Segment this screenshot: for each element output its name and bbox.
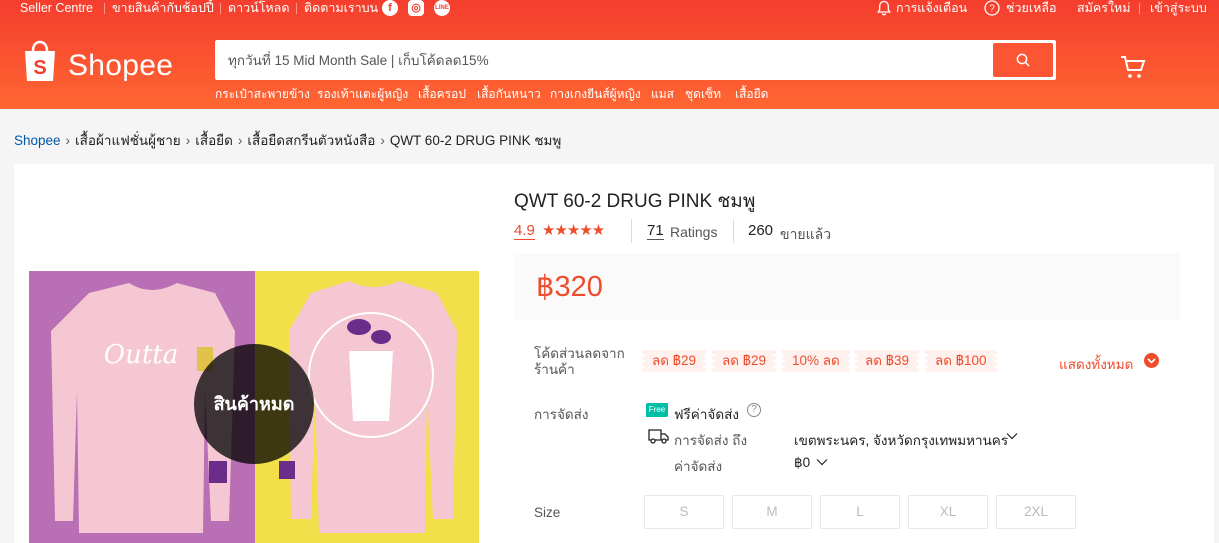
login-link[interactable]: เข้าสู่ระบบ	[1150, 0, 1207, 16]
product-title: QWT 60-2 DRUG PINK ชมพู	[514, 191, 756, 212]
breadcrumb: Shopee › เสื้อผ้าแฟชั่นผู้ชาย › เสื้อยืด › เสื…	[14, 129, 561, 151]
category-link[interactable]: เสื้อยืด	[735, 85, 768, 104]
product-price: ฿320	[536, 271, 603, 303]
size-option-s[interactable]: S	[644, 495, 724, 529]
rating-score[interactable]: 4.9	[514, 222, 535, 240]
size-option-l[interactable]: L	[820, 495, 900, 529]
chevron-right-icon: ›	[185, 133, 191, 148]
divider	[296, 3, 297, 14]
search-input[interactable]	[215, 40, 985, 80]
help-icon[interactable]: ?	[747, 403, 761, 417]
signup-link[interactable]: สมัครใหม่	[1077, 0, 1131, 16]
help-icon: ?	[984, 0, 1000, 16]
voucher-chip[interactable]: 10% ลด	[782, 350, 850, 372]
free-shipping-text: ฟรีค่าจัดส่ง	[674, 407, 739, 422]
category-link[interactable]: รองเท้าแตะผู้หญิง	[317, 85, 408, 104]
shipping-fee-label: ค่าจัดส่ง	[674, 459, 723, 474]
ship-to-label: การจัดส่ง ถึง	[674, 433, 748, 448]
category-link[interactable]: แมส	[651, 85, 674, 104]
chevron-down-icon[interactable]	[1144, 353, 1159, 368]
category-link[interactable]: กางเกงยีนส์ผู้หญิง	[550, 85, 641, 104]
ratings-label: Ratings	[670, 224, 718, 240]
top-navbar: Seller Centre ขายสินค้ากับช้อปปี้ ดาวน์โ…	[0, 0, 1219, 17]
voucher-chip[interactable]: ลด ฿29	[641, 350, 707, 372]
ship-to-location-select[interactable]: เขตพระนคร, จังหวัดกรุงเทพมหานคร	[794, 429, 1008, 451]
category-link[interactable]: เสื้อครอป	[418, 85, 466, 104]
free-shipping-badge-icon: Free	[646, 403, 668, 417]
truck-icon	[648, 429, 669, 444]
voucher-chip[interactable]: ลด ฿29	[711, 350, 777, 372]
ratings-count[interactable]: 71	[647, 222, 664, 240]
search-icon	[1016, 53, 1030, 67]
sold-label: ขายแล้ว	[780, 226, 832, 242]
svg-text:S: S	[33, 57, 46, 79]
shopping-bag-logo-icon: S	[25, 40, 55, 81]
sell-link[interactable]: ขายสินค้ากับช้อปปี้	[112, 0, 214, 16]
svg-text:?: ?	[989, 4, 995, 15]
chevron-right-icon: ›	[380, 133, 385, 148]
voucher-chip[interactable]: ลด ฿100	[925, 350, 997, 372]
voucher-label: โค้ดส่วนลดจากร้านค้า	[534, 346, 625, 377]
help-link[interactable]: ช่วยเหลือ	[1006, 0, 1057, 16]
divider	[220, 3, 221, 14]
chevron-down-icon[interactable]	[816, 457, 828, 467]
seller-centre-link[interactable]: Seller Centre	[20, 0, 93, 16]
size-label: Size	[534, 505, 561, 520]
line-icon[interactable]: LINE	[434, 0, 450, 16]
shipping-fee-value[interactable]: ฿0	[794, 455, 810, 471]
bell-icon	[877, 0, 891, 16]
chevron-right-icon: ›	[237, 133, 243, 148]
breadcrumb-item[interactable]: เสื้อยืด	[195, 133, 233, 148]
breadcrumb-item[interactable]: เสื้อผ้าแฟชั่นผู้ชาย	[75, 133, 181, 148]
breadcrumb-item[interactable]: เสื้อยืดสกรีนตัวหนังสือ	[247, 133, 375, 148]
price-section: ฿320	[514, 253, 1180, 320]
search-bar	[215, 40, 1056, 80]
shipping-label: การจัดส่ง	[534, 407, 589, 422]
search-button[interactable]	[993, 43, 1053, 77]
sold-out-overlay: สินค้าหมด	[194, 344, 314, 464]
follow-us-label: ติดตามเราบน	[304, 1, 379, 15]
breadcrumb-item[interactable]: Shopee	[14, 133, 61, 148]
chevron-right-icon: ›	[65, 133, 71, 148]
notifications-link[interactable]: การแจ้งเตือน	[896, 0, 967, 16]
svg-text:Outta: Outta	[104, 340, 178, 370]
chevron-down-icon[interactable]	[1006, 431, 1018, 441]
header: Seller Centre ขายสินค้ากับช้อปปี้ ดาวน์โ…	[0, 0, 1219, 109]
divider	[733, 219, 734, 243]
size-option-m[interactable]: M	[732, 495, 812, 529]
size-option-2xl[interactable]: 2XL	[996, 495, 1076, 529]
logo-text: Shopee	[68, 49, 174, 82]
show-all-vouchers-link[interactable]: แสดงทั้งหมด	[1059, 353, 1133, 375]
voucher-chip[interactable]: ลด ฿39	[854, 350, 920, 372]
cart-icon[interactable]	[1120, 54, 1146, 80]
breadcrumb-current: QWT 60-2 DRUG PINK ชมพู	[389, 133, 562, 148]
category-link[interactable]: กระเป๋าสะพายข้าง	[215, 85, 310, 104]
size-option-xl[interactable]: XL	[908, 495, 988, 529]
facebook-icon[interactable]: f	[382, 0, 398, 16]
divider	[104, 3, 105, 14]
download-link[interactable]: ดาวน์โหลด	[228, 0, 289, 16]
category-link[interactable]: ชุดเซ็ท	[685, 85, 721, 104]
divider	[631, 219, 632, 243]
category-link[interactable]: เสื้อกันหนาว	[477, 85, 541, 104]
rating-stars-icon: ★★★★★	[542, 222, 605, 239]
instagram-icon[interactable]: ◎	[408, 0, 424, 16]
sold-count: 260	[748, 222, 774, 239]
divider	[1139, 3, 1140, 14]
